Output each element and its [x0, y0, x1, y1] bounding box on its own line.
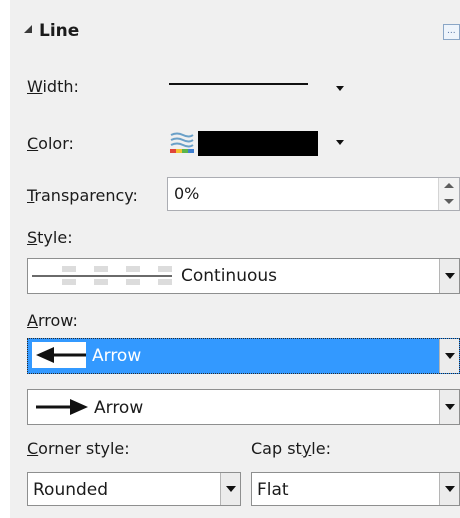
corner-style-dropdown-button[interactable] [220, 473, 240, 505]
chevron-down-icon [445, 353, 455, 359]
transparency-value[interactable]: 0% [174, 184, 199, 203]
chevron-down-icon [445, 404, 455, 410]
width-chevron-down-icon[interactable] [336, 86, 344, 91]
chevron-down-icon [445, 273, 455, 279]
arrow-start-value: Arrow [92, 346, 142, 366]
arrow-start-dropdown-button[interactable] [439, 339, 459, 373]
line-style-preview-icon [32, 264, 172, 288]
chevron-down-icon [445, 486, 455, 492]
arrow-end-dropdown-button[interactable] [439, 390, 459, 424]
corner-style-dropdown[interactable]: Rounded [27, 472, 241, 506]
cap-style-value: Flat [257, 480, 289, 500]
corner-style-value: Rounded [33, 480, 109, 500]
width-label: Width: [27, 77, 79, 96]
section-title: Line [39, 21, 80, 41]
spin-up-icon[interactable] [444, 183, 454, 188]
transparency-spinbox[interactable]: 0% [167, 177, 460, 211]
arrow-end-value: Arrow [94, 398, 144, 418]
width-line-preview [169, 83, 308, 85]
transparency-spin-buttons[interactable] [438, 178, 459, 210]
arrow-start-dropdown[interactable]: Arrow [27, 338, 460, 374]
cap-style-dropdown-button[interactable] [439, 473, 459, 505]
style-dropdown[interactable]: Continuous [27, 258, 460, 294]
transparency-label: Transparency: [27, 186, 138, 205]
color-fill-icon [170, 132, 194, 153]
cap-style-dropdown[interactable]: Flat [251, 472, 460, 506]
line-properties-panel: Line ... Width: Color: Transparency: 0% … [10, 0, 460, 518]
style-label: Style: [27, 228, 73, 247]
style-dropdown-button[interactable] [439, 259, 459, 293]
cap-style-label: Cap style: [251, 439, 331, 458]
width-label-text: idth: [42, 77, 79, 96]
right-arrow-icon [36, 399, 88, 415]
more-options-icon[interactable]: ... [443, 24, 460, 40]
collapse-triangle-icon[interactable] [24, 25, 32, 33]
color-label: Color: [27, 134, 74, 153]
spin-down-icon[interactable] [444, 199, 454, 204]
arrow-end-dropdown[interactable]: Arrow [27, 389, 460, 425]
style-value: Continuous [181, 266, 278, 286]
arrow-start-preview [32, 342, 86, 368]
chevron-down-icon [226, 486, 236, 492]
left-arrow-icon [36, 347, 86, 363]
arrow-label: Arrow: [27, 311, 78, 330]
color-swatch [198, 131, 318, 156]
color-chevron-down-icon[interactable] [336, 140, 344, 145]
corner-style-label: Corner style: [27, 439, 130, 458]
